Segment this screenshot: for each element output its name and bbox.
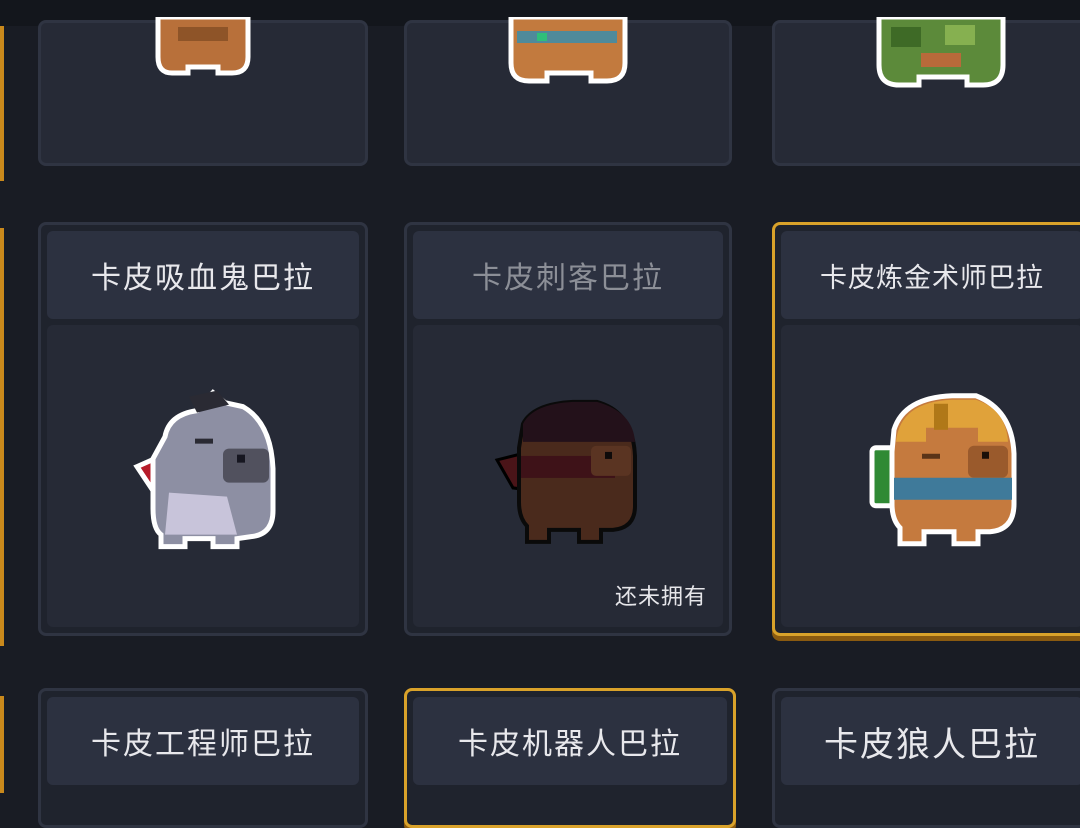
skin-name-label: 卡皮机器人巴拉 [458, 727, 682, 762]
skin-name-label: 卡皮刺客巴拉 [472, 261, 664, 296]
skin-name-plate: 卡皮刺客巴拉 [413, 231, 723, 319]
skin-name-label: 卡皮炼金术师巴拉 [820, 262, 1044, 294]
skin-card-top-2[interactable] [404, 14, 732, 166]
skin-name-plate: 卡皮狼人巴拉 [781, 697, 1080, 785]
capybara-camo-icon [871, 14, 1011, 95]
skin-preview [47, 325, 359, 627]
skin-card-top-3[interactable] [772, 14, 1080, 166]
left-partial-card-edge [0, 26, 4, 181]
skin-name-plate: 卡皮机器人巴拉 [413, 697, 727, 785]
skin-card-alchemist[interactable]: 卡皮炼金术师巴拉 [772, 222, 1080, 636]
skin-name-label: 卡皮狼人巴拉 [824, 724, 1040, 765]
left-partial-card-edge [0, 696, 4, 793]
alchemist-capybara-icon [866, 392, 1022, 554]
skin-card-top-1[interactable] [38, 14, 368, 166]
assassin-capybara-icon [493, 396, 643, 550]
skin-name-plate: 卡皮工程师巴拉 [47, 697, 359, 785]
capybara-bandana-icon [503, 14, 633, 91]
skin-card-assassin[interactable]: 卡皮刺客巴拉 还未拥有 [404, 222, 732, 636]
vampire-capybara-icon [125, 389, 281, 557]
skin-preview: 还未拥有 [413, 325, 723, 627]
skin-name-label: 卡皮吸血鬼巴拉 [91, 261, 315, 296]
left-partial-card-edge [0, 228, 4, 646]
skin-card-robot[interactable]: 卡皮机器人巴拉 [404, 688, 736, 828]
skin-name-plate: 卡皮吸血鬼巴拉 [47, 231, 359, 319]
capybara-brown-icon [148, 14, 258, 81]
skin-preview [781, 325, 1080, 627]
skin-name-label: 卡皮工程师巴拉 [91, 727, 315, 762]
skin-card-werewolf[interactable]: 卡皮狼人巴拉 [772, 688, 1080, 828]
skin-card-vampire[interactable]: 卡皮吸血鬼巴拉 [38, 222, 368, 636]
skin-name-plate: 卡皮炼金术师巴拉 [781, 231, 1080, 319]
skin-card-engineer[interactable]: 卡皮工程师巴拉 [38, 688, 368, 828]
not-owned-status: 还未拥有 [614, 585, 707, 610]
